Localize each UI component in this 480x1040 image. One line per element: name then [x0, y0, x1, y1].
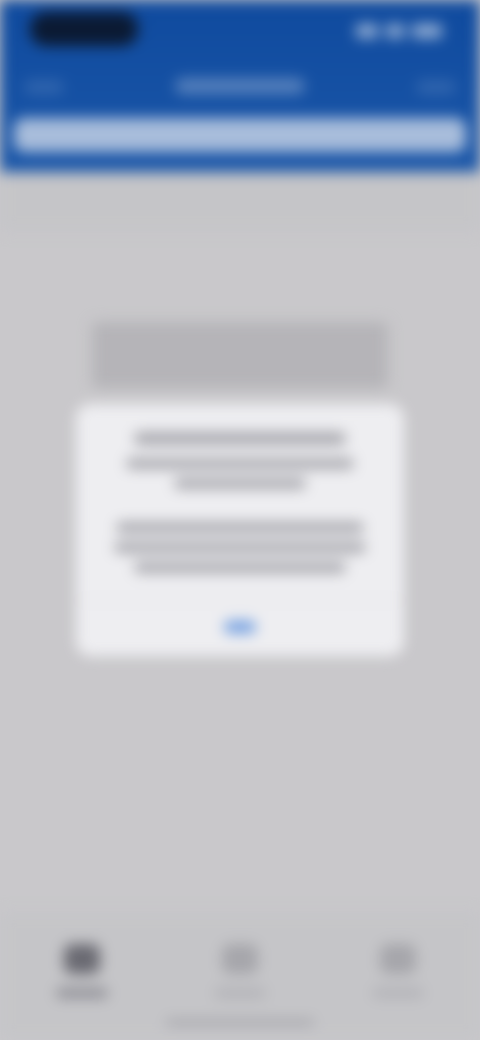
dialog-title: [134, 432, 346, 445]
wifi-icon: [386, 24, 404, 38]
nav-right-button[interactable]: [416, 80, 456, 94]
search-input[interactable]: [14, 118, 466, 152]
tab-icon: [222, 944, 258, 974]
status-time-pill: [30, 12, 138, 46]
dialog-subtitle-line: [126, 458, 354, 469]
battery-icon: [412, 24, 442, 38]
tab-1[interactable]: [40, 940, 124, 1012]
status-icons: [356, 20, 442, 42]
tab-2[interactable]: [198, 940, 282, 1012]
status-bar: [0, 0, 480, 62]
dialog-message-line: [114, 542, 366, 553]
dialog-ok-label: [224, 621, 256, 633]
tab-label: [214, 988, 266, 998]
background-card: [92, 322, 388, 388]
main-content: [0, 172, 480, 912]
tab-icon: [380, 944, 416, 974]
app-screen: [0, 0, 480, 1040]
tab-label: [56, 988, 108, 998]
dialog-message-line: [134, 562, 346, 573]
home-indicator[interactable]: [166, 1020, 314, 1025]
tab-label: [372, 988, 424, 998]
dialog-ok-button[interactable]: [76, 600, 404, 656]
nav-title: [175, 78, 305, 94]
signal-icon: [356, 24, 378, 38]
dialog-message-line: [116, 522, 364, 533]
alert-dialog: [76, 404, 404, 656]
content-strip: [0, 172, 480, 232]
dialog-subtitle-line: [174, 478, 306, 489]
header: [0, 0, 480, 172]
tab-icon: [64, 944, 100, 974]
nav-left-button[interactable]: [24, 80, 64, 94]
tab-3[interactable]: [356, 940, 440, 1012]
